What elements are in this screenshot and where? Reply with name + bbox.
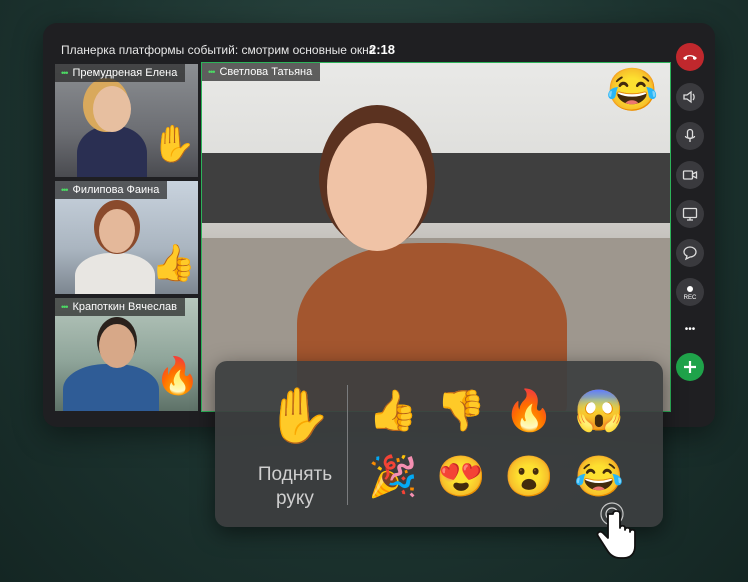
meeting-title: Планерка платформы событий: смотрим осно… <box>61 43 376 57</box>
hangup-button[interactable] <box>676 43 704 71</box>
reaction-thumbs-down-button[interactable]: 👎 <box>433 383 489 439</box>
speaker-icon <box>683 90 695 104</box>
panel-divider <box>347 385 348 505</box>
add-icon <box>684 361 696 373</box>
reaction-heart-eyes-button[interactable]: 😍 <box>433 449 489 505</box>
participant-name: Премудреная Елена <box>72 67 178 79</box>
record-label: REC <box>683 295 697 301</box>
participant-name: Филипова Фаина <box>72 184 160 196</box>
raise-hand-label: Поднять руку <box>257 464 333 509</box>
speaker-head <box>327 123 427 251</box>
audio-indicator-icon: ••• <box>208 67 216 77</box>
record-button[interactable]: REC <box>676 278 704 306</box>
participant-tile[interactable]: 👍 ••• Филипова Фаина <box>55 181 198 294</box>
reaction-wow-button[interactable]: 😮 <box>501 449 557 505</box>
reaction-emoji: ✋ <box>151 123 196 164</box>
participant-name-bar: ••• Крапоткин Вячеслав <box>55 298 185 316</box>
microphone-button[interactable] <box>676 122 704 150</box>
reaction-emoji: 🔥 <box>155 355 198 396</box>
chat-button[interactable] <box>676 239 704 267</box>
speaker-video[interactable]: 😂 ••• Светлова Татьяна <box>201 62 671 412</box>
participant-tile[interactable]: 🔥 ••• Крапоткин Вячеслав <box>55 298 198 411</box>
reaction-emoji: 😂 <box>606 66 659 113</box>
participant-name-bar: ••• Филипова Фаина <box>55 181 168 199</box>
participant-name-bar: ••• Премудреная Елена <box>55 64 186 82</box>
audio-indicator-icon: ••• <box>61 68 69 78</box>
audio-indicator-icon: ••• <box>61 185 69 195</box>
raise-hand-emoji: ✋ <box>265 386 333 446</box>
camera-icon <box>682 170 698 180</box>
screen-share-icon <box>682 207 698 221</box>
reaction-party-button[interactable]: 🎉 <box>365 449 421 505</box>
reaction-emoji: 👍 <box>151 242 196 283</box>
reaction-laugh-button[interactable]: 😂 <box>571 449 627 505</box>
more-icon: ••• <box>684 323 696 335</box>
microphone-icon <box>684 128 696 142</box>
meeting-timer: 2:18 <box>369 42 396 57</box>
kitchen-background <box>202 153 670 223</box>
participant-tile[interactable]: ✋ ••• Премудреная Елена <box>55 64 198 177</box>
hangup-icon <box>683 55 697 60</box>
chat-icon <box>683 246 697 261</box>
reaction-scream-button[interactable]: 😱 <box>571 383 627 439</box>
add-button[interactable] <box>676 353 704 381</box>
camera-button[interactable] <box>676 161 704 189</box>
speaker-name: Светлова Татьяна <box>219 66 313 78</box>
speaker-button[interactable] <box>676 83 704 111</box>
more-button[interactable]: ••• <box>676 315 704 343</box>
participant-name: Крапоткин Вячеслав <box>72 301 177 313</box>
speaker-name-bar: ••• Светлова Татьяна <box>202 63 321 81</box>
hand-cursor-icon <box>596 502 636 559</box>
reaction-thumbs-up-button[interactable]: 👍 <box>365 383 421 439</box>
reaction-fire-button[interactable]: 🔥 <box>501 383 557 439</box>
screen-share-button[interactable] <box>676 200 704 228</box>
audio-indicator-icon: ••• <box>61 302 69 312</box>
raise-hand-button[interactable]: ✋ Поднять руку <box>225 371 343 517</box>
